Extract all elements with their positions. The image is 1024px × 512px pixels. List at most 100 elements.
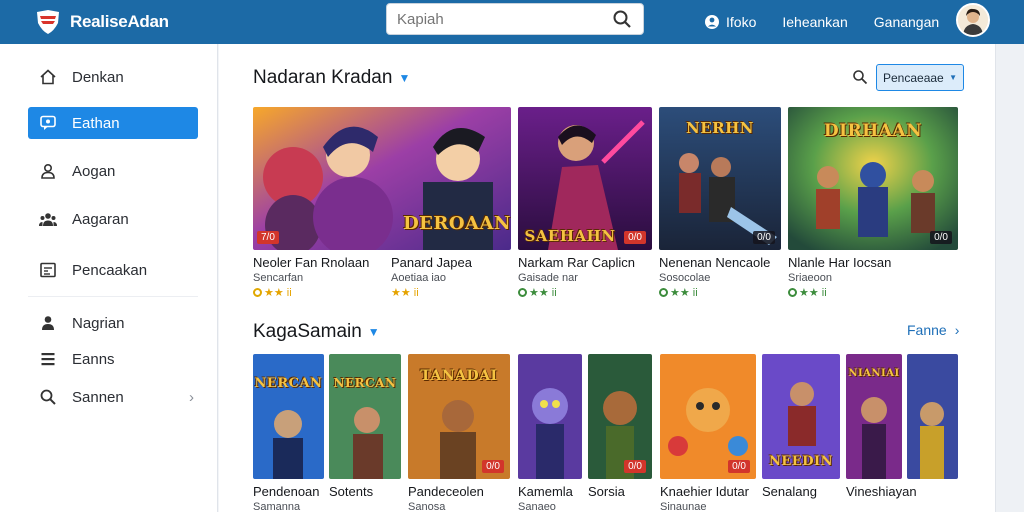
brand-shield-icon xyxy=(34,9,62,35)
card-badge: 0/0 xyxy=(624,460,646,473)
game-card[interactable]: 0/0 Knaehier Idutar Sinaunae xyxy=(660,354,756,512)
avatar[interactable] xyxy=(956,3,990,37)
game-card[interactable]: NERCAN Pendenoan Samanna xyxy=(253,354,324,512)
game-card[interactable]: NERHN 0/0 Nenenan Nencaole Sosocolae ★★ … xyxy=(659,107,781,299)
card-badge: 0/0 xyxy=(753,231,775,244)
sort-dropdown[interactable]: Pencaeaae ▼ xyxy=(876,64,964,91)
chevron-down-icon: ▼ xyxy=(367,325,380,339)
game-card[interactable]: 0/0 Sorsia xyxy=(588,354,652,499)
search-input[interactable] xyxy=(387,10,607,28)
sidebar-item-aogan[interactable]: Aogan xyxy=(28,155,198,187)
game-cover-image: SAEHAHN 0/0 xyxy=(518,107,652,250)
game-cover-image: 0/0 xyxy=(588,354,652,479)
sidebar-item-label: Denkan xyxy=(72,68,124,86)
scrollbar[interactable] xyxy=(995,44,1024,512)
game-card[interactable]: SAEHAHN 0/0 Narkam Rar Caplicn Gaisade n… xyxy=(518,107,652,299)
card-title: Neoler Fan Rnolaan xyxy=(253,255,370,270)
game-card[interactable]: Kamemla Sanaeo xyxy=(518,354,582,512)
game-cover-image: NERCAN xyxy=(253,354,324,479)
game-card[interactable]: NEEDIN Senalang xyxy=(762,354,840,499)
filter-search-icon[interactable] xyxy=(847,64,873,90)
section-title-1[interactable]: Nadaran Kradan ▼ xyxy=(253,67,410,89)
list-icon xyxy=(34,350,62,368)
cover-title-text: NEEDIN xyxy=(769,454,833,469)
sidebar-item-sannen[interactable]: Sannen › xyxy=(28,381,198,413)
rating-stars: ★★ ii xyxy=(529,287,557,299)
game-card[interactable]: DIRHAAN 0/0 Nlanle Har Iocsan Sriaeoon ★… xyxy=(788,107,958,299)
sidebar-item-eathan[interactable]: Eathan xyxy=(28,107,198,139)
search-bar xyxy=(386,3,644,35)
rating-dot-icon xyxy=(659,288,668,297)
game-cover-image: DIRHAAN 0/0 xyxy=(788,107,958,250)
game-card[interactable]: TANADAI 0/0 Pandeceolen Sanosa xyxy=(408,354,510,512)
search-icon[interactable] xyxy=(607,4,637,34)
cover-title-text: DIRHAAN xyxy=(823,121,923,141)
game-card[interactable] xyxy=(907,354,958,479)
card-title: Nenenan Nencaole xyxy=(659,255,771,270)
search-icon xyxy=(34,388,62,406)
home-icon xyxy=(34,68,62,86)
card-title: Sorsia xyxy=(588,484,625,499)
cover-title-text: NERHN xyxy=(686,119,754,137)
card-subtitle: Gaisade nar xyxy=(518,272,578,284)
card-subtitle: Sriaeoon xyxy=(788,272,833,284)
card-rating: ★★ ii xyxy=(659,286,781,299)
card-subtitle: Sinaunae xyxy=(660,501,707,512)
sidebar-item-aagaran[interactable]: Aagaran xyxy=(28,203,198,235)
game-cover-image: NIANIAI xyxy=(846,354,902,479)
sidebar-item-label: Eanns xyxy=(72,350,115,368)
chat-icon xyxy=(34,114,62,132)
top-link-ganangan[interactable]: Ganangan xyxy=(874,14,939,30)
rating-stars: ★★ ii xyxy=(264,287,292,299)
sidebar-item-label: Eathan xyxy=(72,114,120,132)
top-link-label: Ifoko xyxy=(726,14,757,30)
see-more-link[interactable]: Fanne › xyxy=(907,322,959,338)
card-title: Kamemla xyxy=(518,484,573,499)
card-badge: 0/0 xyxy=(728,460,750,473)
game-cover-image: TANADAI 0/0 xyxy=(408,354,510,479)
card-badge: 0/0 xyxy=(624,231,646,244)
top-link-ifoko[interactable]: Ifoko xyxy=(704,14,756,30)
chevron-down-icon: ▼ xyxy=(398,71,411,85)
brand-name: RealiseAdan xyxy=(70,12,169,31)
top-link-ieheankan[interactable]: Ieheankan xyxy=(782,14,847,30)
card-title: Sotents xyxy=(329,484,374,499)
sidebar-item-nagrian[interactable]: Nagrian xyxy=(28,307,198,339)
group-icon xyxy=(34,210,62,228)
user-icon xyxy=(34,314,62,332)
sidebar-item-label: Nagrian xyxy=(72,314,125,332)
game-cover-image: 0/0 xyxy=(660,354,756,479)
rating-dot-icon xyxy=(253,288,262,297)
rating-dot-icon xyxy=(518,288,527,297)
card-rating: ★★ ii xyxy=(253,286,511,299)
sidebar-item-pencaakan[interactable]: Pencaakan xyxy=(28,254,198,286)
card-title: Vineshiayan xyxy=(846,484,917,499)
top-bar: RealiseAdan Ifoko Ieheankan Ganangan xyxy=(0,0,1024,44)
top-links: Ifoko Ieheankan Ganangan xyxy=(704,0,939,44)
card-title: Knaehier Idutar xyxy=(660,484,749,499)
sidebar-item-label: Pencaakan xyxy=(72,261,148,279)
game-card[interactable]: NIANIAI Vineshiayan xyxy=(846,354,917,499)
rating-stars: ★★ ii xyxy=(799,287,827,299)
card-title: Narkam Rar Caplicn xyxy=(518,255,636,270)
card-badge: 0/0 xyxy=(930,231,952,244)
sidebar-item-eanns[interactable]: Eanns xyxy=(28,343,198,375)
game-cover-image: NERCAN xyxy=(329,354,401,479)
card-rating: ★★ ii xyxy=(788,286,958,299)
card-rating: ★★ ii xyxy=(518,286,652,299)
game-card[interactable]: NERCAN Sotents xyxy=(329,354,401,499)
game-card[interactable]: DEROAAN 7/0 Neoler Fan Rnolaan Sencarfan… xyxy=(253,107,511,299)
card-subtitle: Sosocolae xyxy=(659,272,711,284)
brand[interactable]: RealiseAdan xyxy=(34,9,364,35)
card-title: Pandeceolen xyxy=(408,484,484,499)
card-subtitle: Samanna xyxy=(253,501,301,512)
sidebar-item-denkan[interactable]: Denkan xyxy=(28,61,198,93)
card-title: Senalang xyxy=(762,484,817,499)
chevron-right-icon: › xyxy=(189,388,194,406)
see-more-label: Fanne xyxy=(907,322,947,338)
sidebar-divider xyxy=(28,296,198,297)
card-title: Pendenoan xyxy=(253,484,320,499)
sidebar-item-label: Aogan xyxy=(72,162,116,180)
section-title-2[interactable]: KagaSamain ▼ xyxy=(253,321,380,343)
cover-title-text: TANADAI xyxy=(420,368,498,384)
